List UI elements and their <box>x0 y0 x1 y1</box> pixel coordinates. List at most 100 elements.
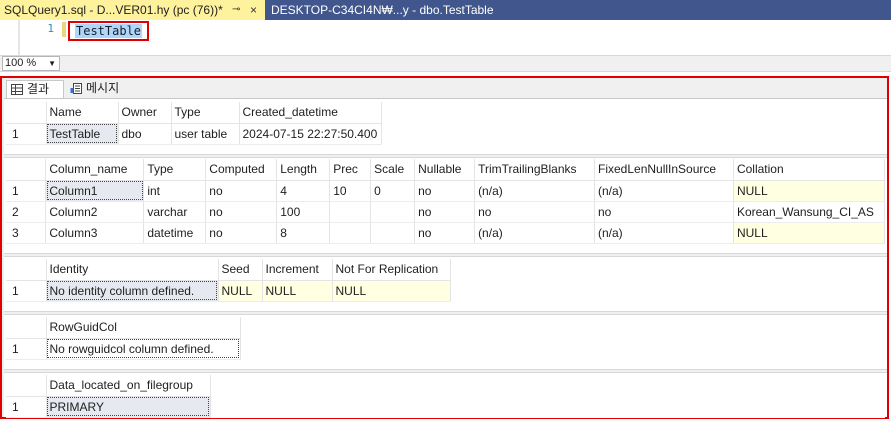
horizontal-scrollbar[interactable] <box>62 58 889 69</box>
table-cell[interactable]: no <box>414 201 476 223</box>
header-row: Column_name Type Computed Length Prec Sc… <box>6 159 886 181</box>
grid-separator[interactable] <box>4 369 887 373</box>
row-header-corner[interactable] <box>6 159 47 181</box>
table-cell[interactable] <box>370 201 416 223</box>
tab-messages[interactable]: 메시지 <box>66 80 132 98</box>
code-text[interactable]: TestTable <box>75 24 143 38</box>
table-cell[interactable]: int <box>143 180 207 202</box>
column-header[interactable]: Collation <box>733 159 886 181</box>
column-header[interactable]: TrimTrailingBlanks <box>474 159 595 181</box>
table-cell[interactable]: No identity column defined. <box>46 280 219 302</box>
tab-testtable-design-label: DESKTOP-C34CI4N₩...y - dbo.TestTable <box>271 3 494 17</box>
table-cell[interactable]: PRIMARY <box>46 396 211 418</box>
result-table-1: Name Owner Type Created_datetime 1 TestT… <box>6 102 382 145</box>
table-cell[interactable]: NULL <box>733 222 886 244</box>
grid-separator[interactable] <box>4 154 887 158</box>
row-number[interactable]: 1 <box>6 338 47 360</box>
row-number[interactable]: 1 <box>6 396 47 418</box>
table-cell[interactable]: (n/a) <box>594 180 734 202</box>
row-header-corner[interactable] <box>6 102 47 124</box>
table-cell[interactable] <box>329 201 372 223</box>
results-pane: 결과 메시지 Name Owner Type Created_datetime … <box>0 76 889 419</box>
table-cell[interactable]: datetime <box>143 222 207 244</box>
tab-testtable-design[interactable]: DESKTOP-C34CI4N₩...y - dbo.TestTable <box>267 0 494 20</box>
table-cell[interactable]: 4 <box>276 180 331 202</box>
table-cell[interactable]: NULL <box>733 180 886 202</box>
column-header[interactable]: Seed <box>218 259 263 281</box>
column-header[interactable]: FixedLenNullInSource <box>594 159 734 181</box>
table-cell[interactable]: Column2 <box>45 201 145 223</box>
table-row: 1 Column1 int no 4 10 0 no (n/a) (n/a) N… <box>6 180 886 202</box>
tab-results[interactable]: 결과 <box>6 80 64 98</box>
table-row: 2 Column2 varchar no 100 no no no Korean… <box>6 201 886 223</box>
tab-results-label: 결과 <box>27 82 50 96</box>
column-header[interactable]: Type <box>143 159 207 181</box>
table-cell[interactable]: NULL <box>218 280 263 302</box>
column-header[interactable]: Created_datetime <box>239 102 382 124</box>
table-cell[interactable]: no <box>474 201 595 223</box>
column-header[interactable]: Owner <box>118 102 172 124</box>
table-cell[interactable]: TestTable <box>46 123 119 145</box>
column-header[interactable]: Computed <box>205 159 278 181</box>
column-header[interactable]: Scale <box>370 159 416 181</box>
column-header[interactable]: Type <box>171 102 240 124</box>
table-cell[interactable]: varchar <box>143 201 207 223</box>
close-icon[interactable]: × <box>250 0 257 20</box>
tab-sqlquery1[interactable]: SQLQuery1.sql - D...VER01.hy (pc (76))* … <box>0 0 265 20</box>
table-cell[interactable]: no <box>594 201 734 223</box>
table-cell[interactable]: No rowguidcol column defined. <box>46 338 241 360</box>
table-cell[interactable]: NULL <box>262 280 333 302</box>
column-header[interactable]: Prec <box>329 159 372 181</box>
table-cell[interactable]: no <box>205 180 278 202</box>
grid-separator[interactable] <box>4 311 887 315</box>
change-indicator <box>62 22 66 37</box>
table-cell[interactable]: no <box>205 201 278 223</box>
table-cell[interactable]: Column3 <box>45 222 145 244</box>
pin-icon[interactable]: ⊸ <box>232 0 240 20</box>
table-cell[interactable]: 0 <box>370 180 416 202</box>
table-row: 1 PRIMARY <box>6 396 211 418</box>
row-number[interactable]: 2 <box>6 201 47 223</box>
row-number[interactable]: 1 <box>6 180 47 202</box>
table-cell[interactable]: (n/a) <box>474 222 595 244</box>
column-header[interactable]: Identity <box>46 259 219 281</box>
row-number[interactable]: 1 <box>6 280 47 302</box>
zoom-select[interactable]: 100 % ▼ <box>2 56 60 71</box>
tab-sqlquery1-label: SQLQuery1.sql - D...VER01.hy (pc (76))* <box>4 3 223 17</box>
table-cell[interactable] <box>370 222 416 244</box>
row-header-corner[interactable] <box>6 259 47 281</box>
query-editor[interactable]: 1 TestTable <box>0 20 891 55</box>
table-cell[interactable]: (n/a) <box>474 180 595 202</box>
table-cell[interactable]: Korean_Wansung_CI_AS <box>733 201 886 223</box>
row-number[interactable]: 3 <box>6 222 47 244</box>
table-cell[interactable]: no <box>414 180 476 202</box>
table-cell[interactable]: Column1 <box>45 180 145 202</box>
table-cell[interactable]: no <box>414 222 476 244</box>
column-header[interactable]: Not For Replication <box>332 259 451 281</box>
row-header-corner[interactable] <box>6 317 47 339</box>
column-header[interactable]: Length <box>276 159 331 181</box>
chevron-down-icon[interactable]: ▼ <box>48 57 56 70</box>
column-header[interactable]: RowGuidCol <box>46 317 241 339</box>
table-cell[interactable]: 2024-07-15 22:27:50.400 <box>239 123 382 145</box>
grid-separator[interactable] <box>4 253 887 257</box>
table-cell[interactable]: 10 <box>329 180 372 202</box>
column-header[interactable]: Data_located_on_filegroup <box>46 375 211 397</box>
table-cell[interactable] <box>329 222 372 244</box>
row-number[interactable]: 1 <box>6 123 47 145</box>
table-cell[interactable]: user table <box>171 123 240 145</box>
column-header[interactable]: Column_name <box>45 159 145 181</box>
highlighted-code[interactable]: TestTable <box>68 21 149 41</box>
table-cell[interactable]: no <box>205 222 278 244</box>
table-cell[interactable]: (n/a) <box>594 222 734 244</box>
table-cell[interactable]: 100 <box>276 201 331 223</box>
line-number: 1 <box>47 22 54 35</box>
column-header[interactable]: Increment <box>262 259 333 281</box>
column-header[interactable]: Nullable <box>414 159 476 181</box>
column-header[interactable]: Name <box>46 102 119 124</box>
table-cell[interactable]: 8 <box>276 222 331 244</box>
table-row: 1 No rowguidcol column defined. <box>6 338 241 360</box>
table-cell[interactable]: NULL <box>332 280 451 302</box>
table-cell[interactable]: dbo <box>118 123 172 145</box>
row-header-corner[interactable] <box>6 375 47 397</box>
